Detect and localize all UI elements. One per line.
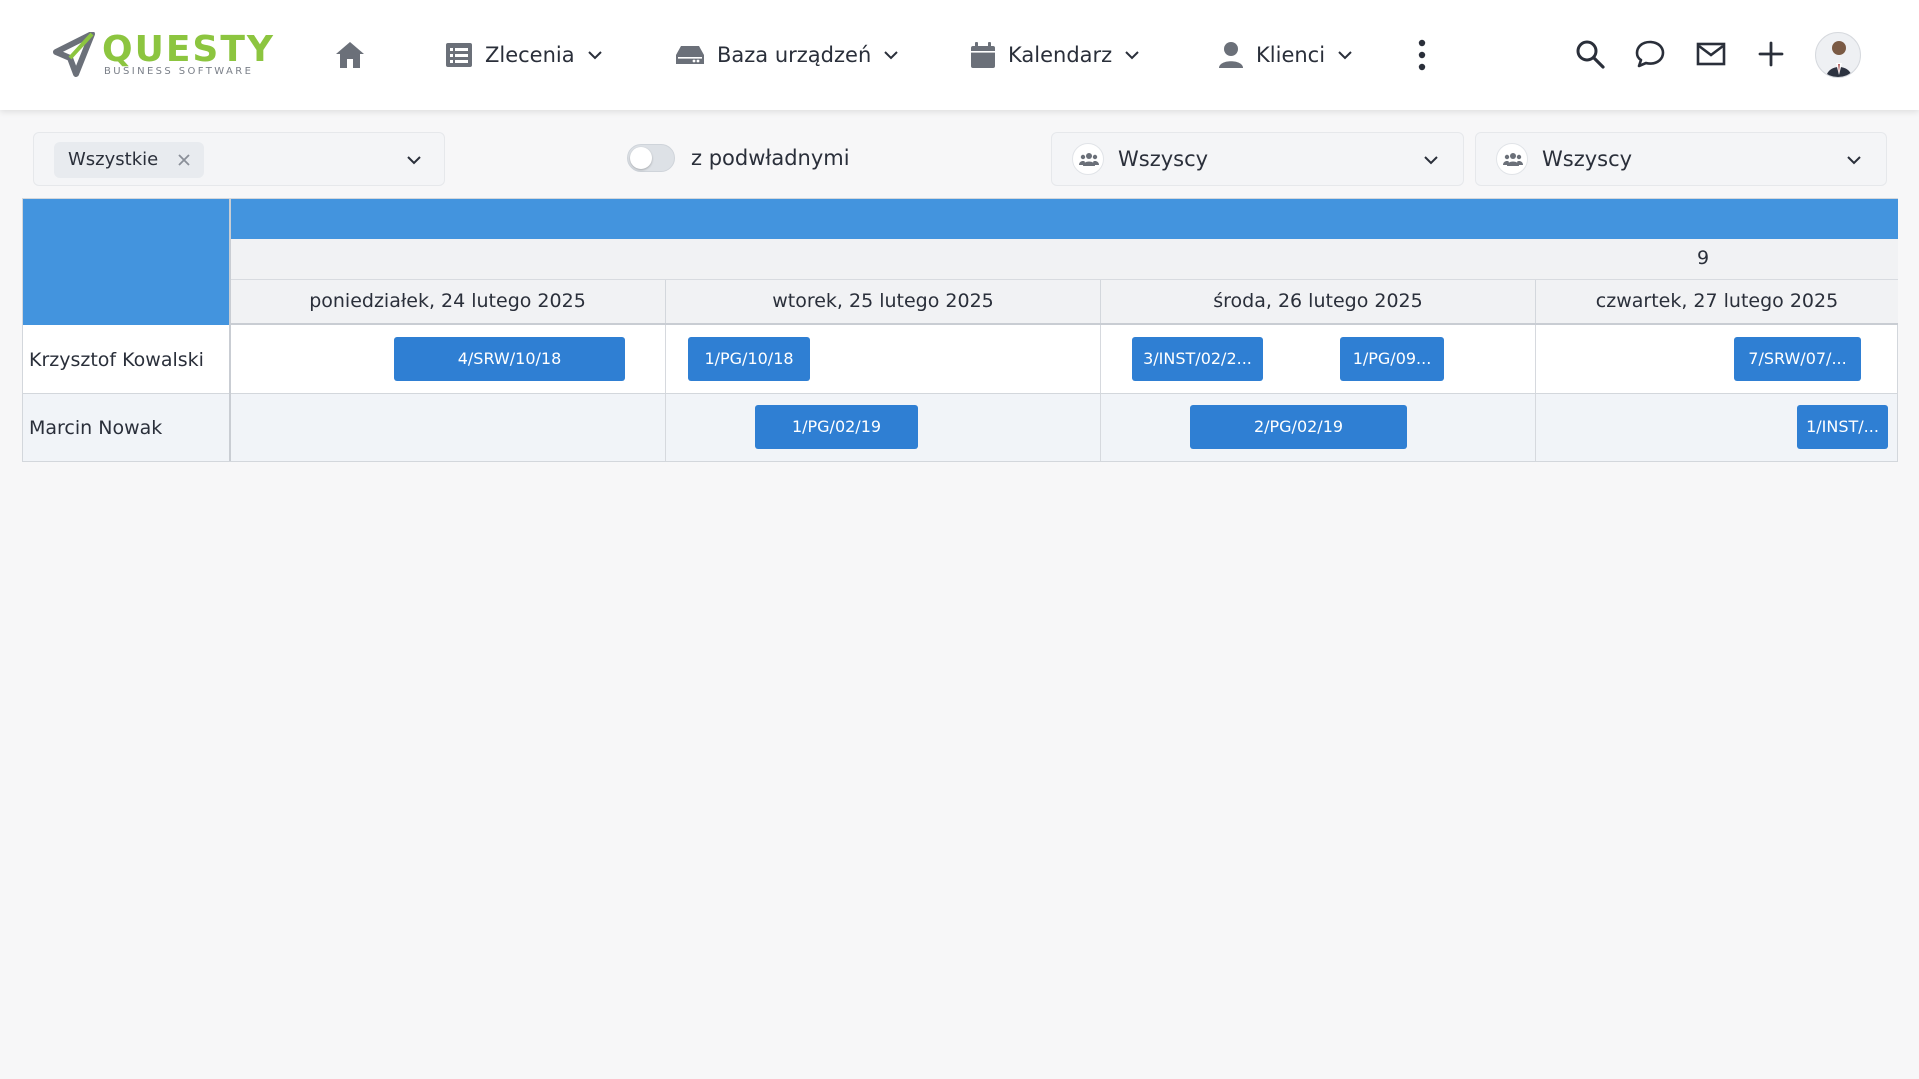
home-icon[interactable] [334,40,366,70]
chat-icon[interactable] [1634,38,1666,70]
event-bar[interactable]: 2/PG/02/19 [1190,405,1407,449]
chevron-down-icon [1338,51,1352,60]
group-filter-2-value: Wszyscy [1542,147,1633,171]
day-header-thu: czwartek, 27 lutego 2025 [1535,280,1898,323]
nav-baza-urzadzen-label: Baza urządzeń [717,43,872,67]
top-navigation-bar: QUESTY BUSINESS SOFTWARE Zlecenia Baza u… [0,0,1919,110]
chevron-down-icon [884,51,898,60]
subordinates-toggle-label: z podwładnymi [691,146,850,170]
event-bar[interactable]: 1/PG/10/18 [688,337,810,381]
week-header-row: 9 [230,239,1898,280]
resource-header-corner [23,199,229,325]
user-avatar[interactable] [1815,32,1861,78]
group-filter-1[interactable]: Wszyscy [1051,132,1464,186]
week-number: 9 [1697,247,1710,269]
search-icon[interactable] [1574,38,1606,70]
user-icon [1219,42,1243,68]
resource-name: Marcin Nowak [29,416,163,439]
day-column-divider [665,394,666,461]
subordinates-toggle[interactable] [627,144,675,172]
event-bar[interactable]: 1/INST/... [1797,405,1888,449]
event-bar[interactable]: 1/PG/02/19 [755,405,918,449]
close-icon[interactable] [176,152,192,168]
nav-kalendarz-label: Kalendarz [1008,43,1113,67]
status-chip: Wszystkie [54,142,205,178]
nav-baza-urzadzen[interactable]: Baza urządzeń [675,30,899,80]
chevron-down-icon [587,51,602,60]
list-icon [446,43,472,67]
event-bar[interactable]: 1/PG/09... [1340,337,1444,381]
chevron-down-icon[interactable] [405,151,423,169]
status-chip-label: Wszystkie [68,149,159,170]
avatar-person-icon [1826,41,1852,77]
toggle-knob [630,147,652,169]
chevron-down-icon[interactable] [1845,151,1863,169]
nav-klienci-label: Klienci [1256,43,1326,67]
day-header-tue: wtorek, 25 lutego 2025 [665,280,1100,323]
resource-name: Krzysztof Kowalski [29,348,204,371]
day-column-divider [1100,325,1101,394]
plus-icon[interactable] [1755,38,1787,70]
resource-row: Krzysztof Kowalski 4/SRW/10/18 1/PG/10/1… [23,325,1897,394]
questy-logo[interactable]: QUESTY BUSINESS SOFTWARE [52,30,292,80]
calendar-icon [971,42,995,68]
day-column-divider [1535,394,1536,461]
logo-mark-icon [53,32,95,77]
nav-kalendarz[interactable]: Kalendarz [970,30,1140,80]
nav-klienci[interactable]: Klienci [1218,30,1353,80]
day-header-wed: środa, 26 lutego 2025 [1100,280,1535,323]
group-icon [1072,143,1104,175]
group-icon [1496,143,1528,175]
event-bar[interactable]: 3/INST/02/2... [1132,337,1263,381]
event-bar[interactable]: 7/SRW/07/... [1734,337,1861,381]
day-column-divider [1535,325,1536,394]
scheduler-grid: 9 poniedziałek, 24 lutego 2025 wtorek, 2… [22,198,1898,462]
event-bar[interactable]: 4/SRW/10/18 [394,337,625,381]
day-column-divider [665,325,666,394]
resource-row: Marcin Nowak 1/PG/02/19 2/PG/02/19 1/INS… [23,394,1897,461]
group-filter-1-value: Wszyscy [1118,147,1209,171]
nav-zlecenia-label: Zlecenia [485,43,575,67]
chevron-down-icon[interactable] [1422,151,1440,169]
status-filter-select[interactable]: Wszystkie [33,132,445,186]
more-vertical-icon[interactable] [1412,38,1432,72]
logo-wordmark: QUESTY [102,29,275,70]
group-filter-2[interactable]: Wszyscy [1475,132,1887,186]
day-column-divider [1100,394,1101,461]
mail-icon[interactable] [1695,38,1727,70]
day-header-mon: poniedziałek, 24 lutego 2025 [309,290,586,312]
timeline-header-band [230,199,1898,239]
day-header-row: poniedziałek, 24 lutego 2025 wtorek, 25 … [230,280,1898,325]
resource-column-divider [229,199,231,461]
chevron-down-icon [1125,51,1139,60]
nav-zlecenia[interactable]: Zlecenia [445,30,603,80]
logo-tagline: BUSINESS SOFTWARE [104,66,254,77]
device-icon [676,46,704,64]
